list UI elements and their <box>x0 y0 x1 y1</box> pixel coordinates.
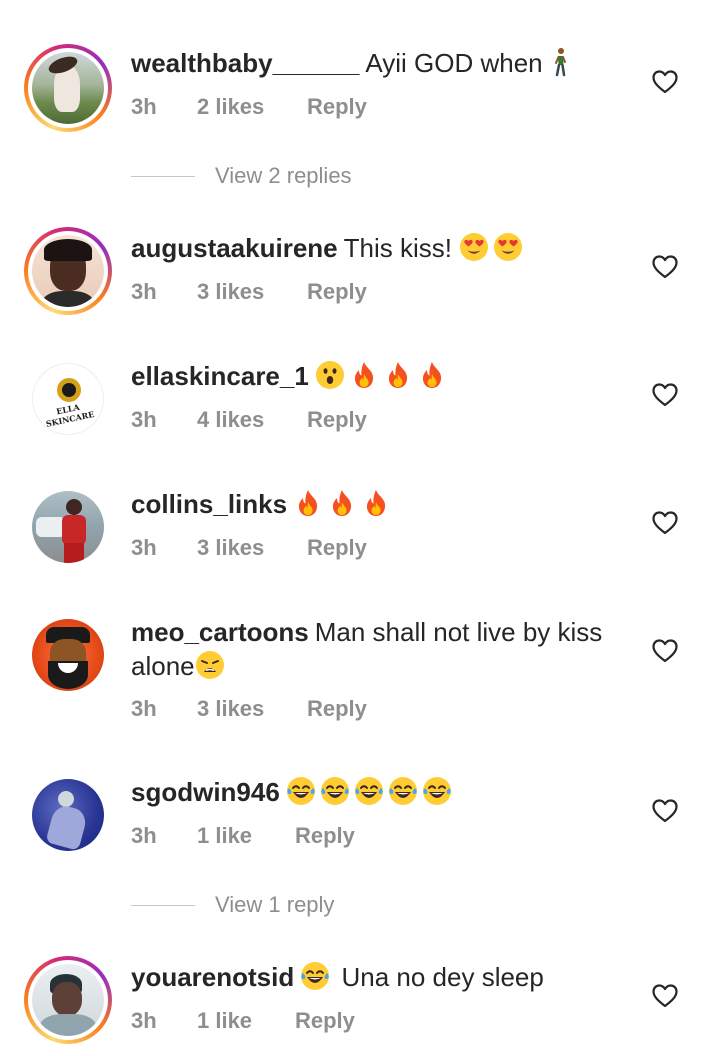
comment-meta: 3h 4 likes Reply <box>131 407 367 433</box>
fire-emoji <box>383 360 413 390</box>
tears-of-joy-emoji <box>300 961 330 991</box>
comment-meta: 3h 1 like Reply <box>131 823 355 849</box>
reply-button[interactable]: Reply <box>307 535 367 561</box>
comment-time: 3h <box>131 94 157 119</box>
comment-meta: 3h 3 likes Reply <box>131 696 367 722</box>
comment-meta: 3h 1 like Reply <box>131 1008 355 1034</box>
reply-divider <box>131 175 195 177</box>
comment-time: 3h <box>131 823 157 848</box>
like-heart-icon[interactable] <box>652 984 678 1008</box>
tears-of-joy-emoji <box>320 776 350 806</box>
comment-likes[interactable]: 3 likes <box>197 535 307 561</box>
comment-meta: 3h 2 likes Reply <box>131 94 367 120</box>
reply-divider <box>131 904 195 906</box>
comment-username[interactable]: meo_cartoons <box>131 617 309 647</box>
fire-emoji <box>361 488 391 518</box>
like-heart-icon[interactable] <box>652 70 678 94</box>
avatar[interactable] <box>24 611 112 699</box>
tears-of-joy-emoji <box>354 776 384 806</box>
comment-likes[interactable]: 3 likes <box>197 279 307 305</box>
comment-username[interactable]: wealthbaby______ <box>131 48 359 78</box>
ella-skincare-logo-text: ELLA SKINCARE <box>44 401 96 429</box>
avatar[interactable]: ELLA SKINCARE <box>24 355 112 443</box>
comment-body: wealthbaby______ Ayii GOD when <box>131 46 641 80</box>
comment-meta: 3h 3 likes Reply <box>131 279 367 305</box>
comment-time: 3h <box>131 279 157 304</box>
like-heart-icon[interactable] <box>652 799 678 823</box>
reply-button[interactable]: Reply <box>307 696 367 722</box>
weary-face-emoji <box>195 650 225 680</box>
fire-emoji <box>327 488 357 518</box>
comment-time: 3h <box>131 535 157 560</box>
comment-username[interactable]: augustaakuirene <box>131 233 338 263</box>
fire-emoji <box>293 488 323 518</box>
comment-likes[interactable]: 4 likes <box>197 407 307 433</box>
view-replies-button[interactable]: View 2 replies <box>131 163 352 189</box>
comment-meta: 3h 3 likes Reply <box>131 535 367 561</box>
comment-time: 3h <box>131 1008 157 1033</box>
walking-person-emoji <box>550 47 570 77</box>
heart-eyes-emoji <box>493 232 523 262</box>
avatar[interactable] <box>24 956 112 1044</box>
reply-button[interactable]: Reply <box>307 279 367 305</box>
comment-username[interactable]: youarenotsid <box>131 962 294 992</box>
comment-body: ellaskincare_1 <box>131 359 641 393</box>
reply-button[interactable]: Reply <box>307 94 367 120</box>
comment-time: 3h <box>131 407 157 432</box>
comment-body: sgodwin946 <box>131 775 641 809</box>
comment-username[interactable]: sgodwin946 <box>131 777 280 807</box>
reply-button[interactable]: Reply <box>295 823 355 849</box>
view-replies-label: View 1 reply <box>215 892 335 917</box>
avatar[interactable] <box>24 44 112 132</box>
tears-of-joy-emoji <box>388 776 418 806</box>
view-replies-label: View 2 replies <box>215 163 352 188</box>
like-heart-icon[interactable] <box>652 511 678 535</box>
comment-body: youarenotsid Una no dey sleep <box>131 960 641 994</box>
fire-emoji <box>417 360 447 390</box>
like-heart-icon[interactable] <box>652 255 678 279</box>
tears-of-joy-emoji <box>422 776 452 806</box>
avatar[interactable] <box>24 227 112 315</box>
comment-body: meo_cartoons Man shall not live by kiss a… <box>131 615 641 683</box>
comment-body: augustaakuirene This kiss! <box>131 231 641 265</box>
comment-likes[interactable]: 1 like <box>197 1008 295 1034</box>
comment-username[interactable]: ellaskincare_1 <box>131 361 309 391</box>
astonished-emoji <box>315 360 345 390</box>
like-heart-icon[interactable] <box>652 639 678 663</box>
comment-likes[interactable]: 2 likes <box>197 94 307 120</box>
fire-emoji <box>349 360 379 390</box>
reply-button[interactable]: Reply <box>295 1008 355 1034</box>
comment-text: This kiss! <box>343 233 452 263</box>
comment-text: Ayii GOD when <box>365 48 543 78</box>
view-replies-button[interactable]: View 1 reply <box>131 892 334 918</box>
reply-button[interactable]: Reply <box>307 407 367 433</box>
avatar[interactable] <box>24 483 112 571</box>
heart-eyes-emoji <box>459 232 489 262</box>
comment-likes[interactable]: 1 like <box>197 823 295 849</box>
comment-likes[interactable]: 3 likes <box>197 696 307 722</box>
comment-username[interactable]: collins_links <box>131 489 287 519</box>
like-heart-icon[interactable] <box>652 383 678 407</box>
comment-time: 3h <box>131 696 157 721</box>
comment-body: collins_links <box>131 487 641 521</box>
avatar[interactable] <box>24 771 112 859</box>
comment-text: Una no dey sleep <box>341 962 544 992</box>
tears-of-joy-emoji <box>286 776 316 806</box>
